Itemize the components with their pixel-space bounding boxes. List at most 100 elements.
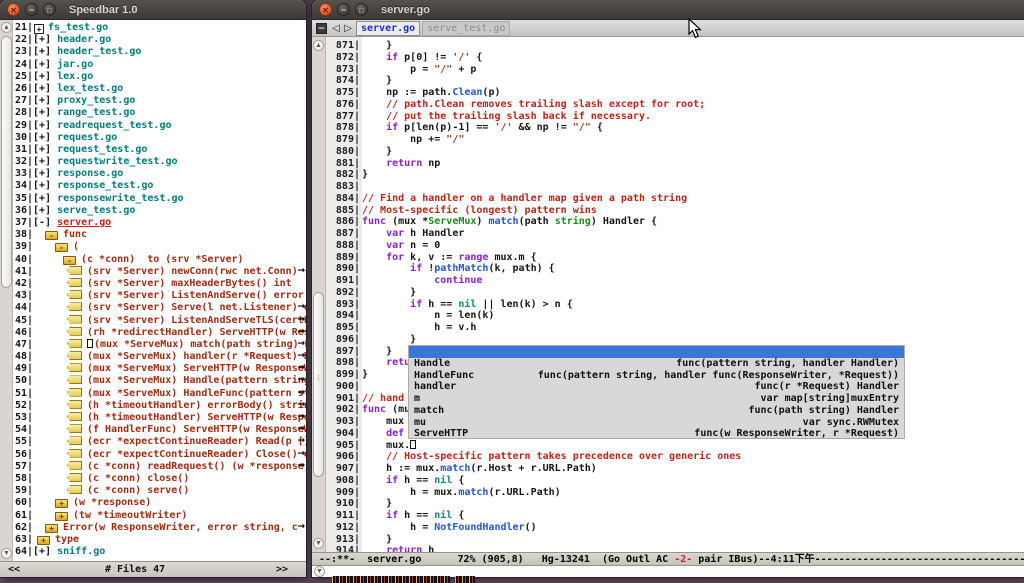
expand-icon[interactable]: [+]: [33, 546, 57, 557]
speedbar-row[interactable]: 23|[+] header_test.go: [13, 46, 306, 58]
speedbar-row[interactable]: 55|(ecr *expectContinueReader) Read(p []…: [13, 436, 306, 448]
speedbar-row[interactable]: 39|-(: [13, 241, 306, 253]
speedbar-row[interactable]: 44|(srv *Server) Serve(l net.Listener) e…: [13, 302, 306, 314]
speedbar-row[interactable]: 63|+type: [13, 534, 306, 546]
speedbar-row[interactable]: 22|[+] header.go: [13, 34, 306, 46]
scroll-down-icon[interactable]: ▼: [313, 538, 324, 549]
expand-icon[interactable]: [+]: [33, 107, 57, 118]
speedbar-row[interactable]: 62|+Error(w ResponseWriter, error string…: [13, 522, 306, 534]
scroll-up-icon[interactable]: ▲: [313, 40, 324, 51]
speedbar-titlebar[interactable]: Speedbar 1.0: [0, 0, 306, 20]
speedbar-row[interactable]: 26|[+] lex_test.go: [13, 83, 306, 95]
speedbar-row[interactable]: 51|(mux *ServeMux) HandleFunc(pattern st…: [13, 388, 306, 400]
speedbar-row[interactable]: 32|[+] requestwrite_test.go: [13, 156, 306, 168]
speedbar-row[interactable]: 27|[+] proxy_test.go: [13, 95, 306, 107]
speedbar-row[interactable]: 28|[+] range_test.go: [13, 107, 306, 119]
group-closed-icon[interactable]: +: [37, 536, 50, 545]
autocomplete-popup[interactable]: Handlefunc(pattern string, handler Handl…: [408, 345, 905, 439]
speedbar-row[interactable]: 48|(mux *ServeMux) handler(r *Request) H…: [13, 351, 306, 363]
completion-item[interactable]: Handlefunc(pattern string, handler Handl…: [409, 358, 904, 370]
tab-scroll-right-icon[interactable]: ▷: [342, 21, 354, 36]
completion-item[interactable]: handlerfunc(r *Request) Handler: [409, 381, 904, 393]
group-open-icon[interactable]: -: [45, 231, 58, 240]
code-lines[interactable]: 871| }872| if p[0] != '/' {873| p = "/" …: [326, 40, 1024, 552]
speedbar-row[interactable]: 41|(srv *Server) newConn(rwc net.Conn) (…: [13, 266, 306, 278]
group-open-icon[interactable]: -: [55, 243, 68, 252]
expand-icon[interactable]: [+]: [33, 71, 57, 82]
editor-scrollbar-thumb[interactable]: ⁞: [313, 292, 324, 477]
file-page-icon[interactable]: +: [34, 24, 44, 34]
speedbar-row[interactable]: 35|[+] responsewrite_test.go: [13, 193, 306, 205]
speedbar-scrollbar[interactable]: ▲ ▼: [0, 20, 13, 561]
speedbar-row[interactable]: 40|-(c *conn) to (srv *Server): [13, 254, 306, 266]
speedbar-row[interactable]: 58|(c *conn) close(): [13, 473, 306, 485]
speedbar-row[interactable]: 59|(c *conn) serve(): [13, 485, 306, 497]
close-icon[interactable]: [7, 3, 20, 16]
tab-serve-test-go[interactable]: serve_test.go: [422, 21, 510, 36]
expand-icon[interactable]: [+]: [33, 180, 57, 191]
group-closed-icon[interactable]: +: [55, 512, 68, 521]
completion-item[interactable]: matchfunc(path string) Handler: [409, 405, 904, 417]
speedbar-row[interactable]: 56|(ecr *expectContinueReader) Close() e…: [13, 449, 306, 461]
scroll-up-icon[interactable]: ▲: [1, 22, 12, 33]
completion-item[interactable]: HandleFuncfunc(pattern string, handler f…: [409, 370, 904, 382]
speedbar-row[interactable]: 24|[+] jar.go: [13, 59, 306, 71]
speedbar-row[interactable]: 25|[+] lex.go: [13, 71, 306, 83]
speedbar-row[interactable]: 34|[+] response_test.go: [13, 180, 306, 192]
speedbar-row[interactable]: 33|[+] response.go: [13, 168, 306, 180]
speedbar-row[interactable]: 46|(rh *redirectHandler) ServeHTTP(w Res…: [13, 327, 306, 339]
speedbar-row[interactable]: 61|+(tw *timeoutWriter): [13, 510, 306, 522]
speedbar-row[interactable]: 52|(h *timeoutHandler) errorBody() strin…: [13, 400, 306, 412]
expand-icon[interactable]: [+]: [33, 95, 57, 106]
speedbar-row[interactable]: 64|[+] sniff.go: [13, 546, 306, 558]
expand-icon[interactable]: [+]: [33, 34, 57, 45]
scroll-down-icon[interactable]: ▼: [314, 566, 325, 577]
tab-server-go[interactable]: server.go: [356, 21, 420, 36]
minimize-icon[interactable]: [25, 3, 38, 16]
minimize-icon[interactable]: [337, 3, 350, 16]
speedbar-row[interactable]: 57|(c *conn) readRequest() (w *response,…: [13, 461, 306, 473]
speedbar-row[interactable]: 31|[+] request_test.go: [13, 144, 306, 156]
tab-scroll-left-icon[interactable]: ◁: [330, 21, 342, 36]
expand-icon[interactable]: [+]: [33, 156, 57, 167]
speedbar-row[interactable]: 37|[-] server.go: [13, 217, 306, 229]
completion-item[interactable]: ServeHTTPfunc(w ResponseWriter, r *Reque…: [409, 428, 904, 439]
speedbar-row[interactable]: 50|(mux *ServeMux) Handle(pattern string…: [13, 375, 306, 387]
maximize-icon[interactable]: [355, 3, 368, 16]
speedbar-row[interactable]: 36|[+] serve_test.go: [13, 205, 306, 217]
speedbar-row[interactable]: 49|(mux *ServeMux) ServeHTTP(w ResponseW…: [13, 363, 306, 375]
expand-icon[interactable]: [+]: [33, 59, 57, 70]
expand-icon[interactable]: [+]: [33, 144, 57, 155]
expand-icon[interactable]: [+]: [33, 168, 57, 179]
speedbar-file-list[interactable]: 21|+fs_test.go22|[+] header.go23|[+] hea…: [13, 22, 306, 561]
speedbar-row[interactable]: 47|(mux *ServeMux) match(path string) Ha…: [13, 339, 306, 351]
speedbar-scroll-right-button[interactable]: >>: [276, 562, 288, 577]
speedbar-row[interactable]: 38|-func: [13, 229, 306, 241]
speedbar-row[interactable]: 43|(srv *Server) ListenAndServe() error: [13, 290, 306, 302]
speedbar-row[interactable]: 60|+(w *response): [13, 497, 306, 509]
speedbar-row[interactable]: 29|[+] readrequest_test.go: [13, 120, 306, 132]
expand-icon[interactable]: [+]: [33, 46, 57, 57]
expand-icon[interactable]: [+]: [33, 120, 57, 131]
maximize-icon[interactable]: [43, 3, 56, 16]
speedbar-row[interactable]: 54|(f HandlerFunc) ServeHTTP(w ResponseW…: [13, 424, 306, 436]
group-closed-icon[interactable]: +: [55, 499, 68, 508]
close-icon[interactable]: [319, 3, 332, 16]
scroll-down-icon[interactable]: ▼: [1, 548, 12, 559]
completion-item[interactable]: muvar sync.RWMutex: [409, 417, 904, 429]
editor-scrollbar[interactable]: ▲ ⁞ ▼: [312, 37, 326, 552]
group-closed-icon[interactable]: +: [45, 524, 58, 533]
completion-item[interactable]: [409, 346, 904, 358]
editor-titlebar[interactable]: server.go: [312, 0, 1024, 20]
expand-icon[interactable]: [+]: [33, 83, 57, 94]
expand-icon[interactable]: [+]: [33, 132, 57, 143]
tabbar-minus-icon[interactable]: −: [316, 23, 327, 34]
editor-buffer-area[interactable]: ▲ ⁞ ▼ 871| }872| if p[0] != '/' {873| p …: [312, 37, 1024, 552]
speedbar-row[interactable]: 30|[+] request.go: [13, 132, 306, 144]
speedbar-row[interactable]: 42|(srv *Server) maxHeaderBytes() int: [13, 278, 306, 290]
group-open-icon[interactable]: -: [63, 256, 76, 265]
collapse-icon[interactable]: [-]: [33, 217, 57, 228]
completion-item[interactable]: mvar map[string]muxEntry: [409, 393, 904, 405]
speedbar-scrollbar-thumb[interactable]: [1, 36, 12, 288]
speedbar-row[interactable]: 21|+fs_test.go: [13, 22, 306, 34]
